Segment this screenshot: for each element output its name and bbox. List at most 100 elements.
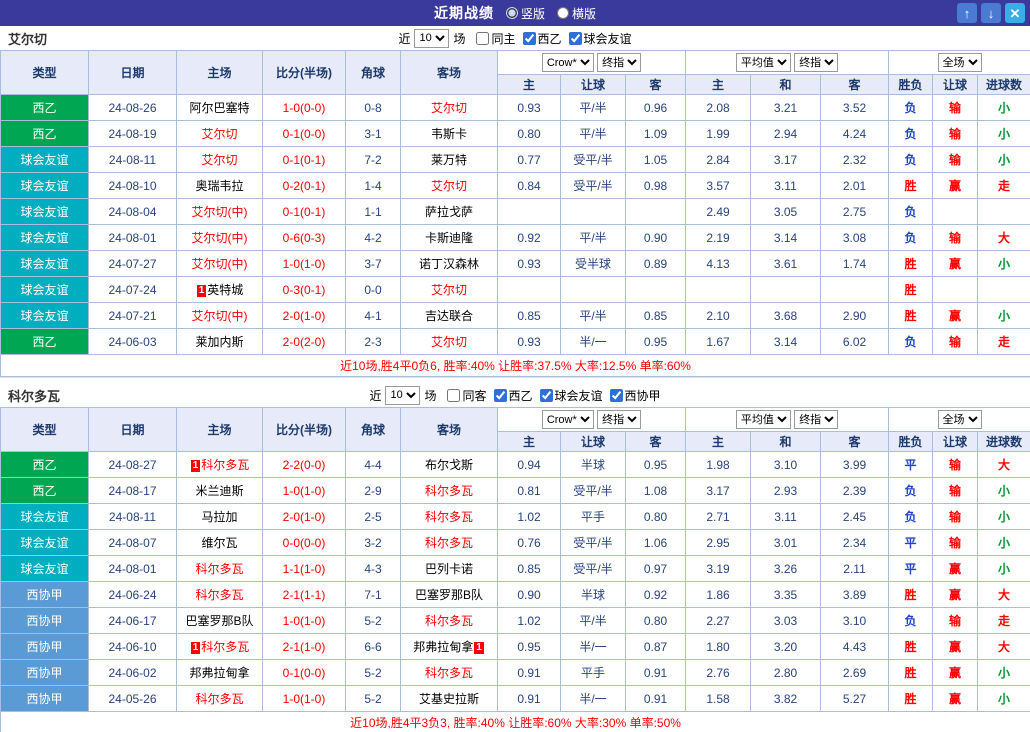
layout-option-horizontal[interactable]: 横版 [557,5,596,22]
final-odds-select[interactable]: 终指 [597,410,641,429]
move-up-button[interactable]: ↑ [957,3,977,23]
match-score[interactable]: 2-1(1-0) [263,634,346,660]
average-odds-select[interactable]: 平均值 [736,53,791,72]
away-team[interactable]: 韦斯卡 [401,121,498,147]
league-type[interactable]: 球会友谊 [1,504,89,530]
filter-option[interactable]: 同主 [476,30,515,47]
home-team[interactable]: 巴塞罗那B队 [177,608,263,634]
home-team[interactable]: 米兰迪斯 [177,478,263,504]
final-odds-select[interactable]: 终指 [597,53,641,72]
filter-option[interactable]: 球会友谊 [540,387,603,404]
league-type[interactable]: 西乙 [1,121,89,147]
league-type[interactable]: 西乙 [1,452,89,478]
final-odds-select-2[interactable]: 终指 [794,53,838,72]
home-team[interactable]: 1英特城 [177,277,263,303]
home-team[interactable]: 艾尔切 [177,121,263,147]
home-team[interactable]: 艾尔切(中) [177,251,263,277]
match-score[interactable]: 1-0(1-0) [263,686,346,712]
home-team[interactable]: 科尔多瓦 [177,582,263,608]
match-score[interactable]: 1-0(0-0) [263,95,346,121]
away-team[interactable]: 诺丁汉森林 [401,251,498,277]
league-type[interactable]: 西协甲 [1,660,89,686]
home-team[interactable]: 艾尔切(中) [177,199,263,225]
league-type[interactable]: 球会友谊 [1,199,89,225]
away-team[interactable]: 艾基史拉斯 [401,686,498,712]
away-team[interactable]: 科尔多瓦 [401,478,498,504]
league-type[interactable]: 西乙 [1,95,89,121]
home-team[interactable]: 莱加内斯 [177,329,263,355]
away-team[interactable]: 科尔多瓦 [401,660,498,686]
filter-option[interactable]: 西协甲 [610,387,661,404]
league-type[interactable]: 球会友谊 [1,251,89,277]
home-team[interactable]: 艾尔切(中) [177,303,263,329]
match-score[interactable]: 1-0(1-0) [263,478,346,504]
match-score[interactable]: 2-0(2-0) [263,329,346,355]
away-team[interactable]: 科尔多瓦 [401,608,498,634]
league-type[interactable]: 西乙 [1,329,89,355]
away-team[interactable]: 卡斯迪隆 [401,225,498,251]
home-team[interactable]: 科尔多瓦 [177,686,263,712]
filter-checkbox[interactable] [540,389,553,402]
layout-radio-vertical-icon[interactable] [506,7,518,19]
league-type[interactable]: 球会友谊 [1,147,89,173]
home-team[interactable]: 阿尔巴塞特 [177,95,263,121]
home-team[interactable]: 艾尔切(中) [177,225,263,251]
away-team[interactable]: 吉达联合 [401,303,498,329]
league-type[interactable]: 球会友谊 [1,225,89,251]
league-type[interactable]: 西协甲 [1,634,89,660]
match-score[interactable]: 0-1(0-0) [263,660,346,686]
match-count-select[interactable]: 10 [385,386,420,405]
full-match-select[interactable]: 全场 [938,410,982,429]
home-team[interactable]: 1科尔多瓦 [177,634,263,660]
away-team[interactable]: 巴塞罗那B队 [401,582,498,608]
match-count-select[interactable]: 10 [414,29,449,48]
league-type[interactable]: 球会友谊 [1,277,89,303]
away-team[interactable]: 萨拉戈萨 [401,199,498,225]
away-team[interactable]: 莱万特 [401,147,498,173]
odds-company-select[interactable]: Crow* [542,410,594,429]
match-score[interactable]: 1-0(1-0) [263,608,346,634]
filter-checkbox[interactable] [610,389,623,402]
match-score[interactable]: 2-0(1-0) [263,303,346,329]
home-team[interactable]: 维尔瓦 [177,530,263,556]
move-down-button[interactable]: ↓ [981,3,1001,23]
filter-option[interactable]: 西乙 [523,30,562,47]
odds-company-select[interactable]: Crow* [542,53,594,72]
match-score[interactable]: 1-1(1-0) [263,556,346,582]
filter-checkbox[interactable] [494,389,507,402]
layout-radio-horizontal-icon[interactable] [557,7,569,19]
final-odds-select-2[interactable]: 终指 [794,410,838,429]
match-score[interactable]: 0-6(0-3) [263,225,346,251]
home-team[interactable]: 马拉加 [177,504,263,530]
league-type[interactable]: 西协甲 [1,686,89,712]
match-score[interactable]: 0-2(0-1) [263,173,346,199]
filter-checkbox[interactable] [569,32,582,45]
match-score[interactable]: 1-0(1-0) [263,251,346,277]
close-button[interactable]: ✕ [1005,3,1025,23]
match-score[interactable]: 0-3(0-1) [263,277,346,303]
filter-option[interactable]: 同客 [447,387,486,404]
filter-checkbox[interactable] [476,32,489,45]
average-odds-select[interactable]: 平均值 [736,410,791,429]
match-score[interactable]: 2-0(1-0) [263,504,346,530]
full-match-select[interactable]: 全场 [938,53,982,72]
filter-checkbox[interactable] [523,32,536,45]
home-team[interactable]: 1科尔多瓦 [177,452,263,478]
match-score[interactable]: 0-0(0-0) [263,530,346,556]
filter-option[interactable]: 球会友谊 [569,30,632,47]
league-type[interactable]: 球会友谊 [1,556,89,582]
league-type[interactable]: 西乙 [1,478,89,504]
match-score[interactable]: 0-1(0-1) [263,147,346,173]
away-team[interactable]: 布尔戈斯 [401,452,498,478]
filter-option[interactable]: 西乙 [494,387,533,404]
match-score[interactable]: 0-1(0-1) [263,199,346,225]
home-team[interactable]: 科尔多瓦 [177,556,263,582]
filter-checkbox[interactable] [447,389,460,402]
away-team[interactable]: 科尔多瓦 [401,504,498,530]
match-score[interactable]: 2-1(1-1) [263,582,346,608]
league-type[interactable]: 西协甲 [1,582,89,608]
league-type[interactable]: 球会友谊 [1,173,89,199]
away-team[interactable]: 邦弗拉甸拿1 [401,634,498,660]
league-type[interactable]: 西协甲 [1,608,89,634]
away-team[interactable]: 科尔多瓦 [401,530,498,556]
